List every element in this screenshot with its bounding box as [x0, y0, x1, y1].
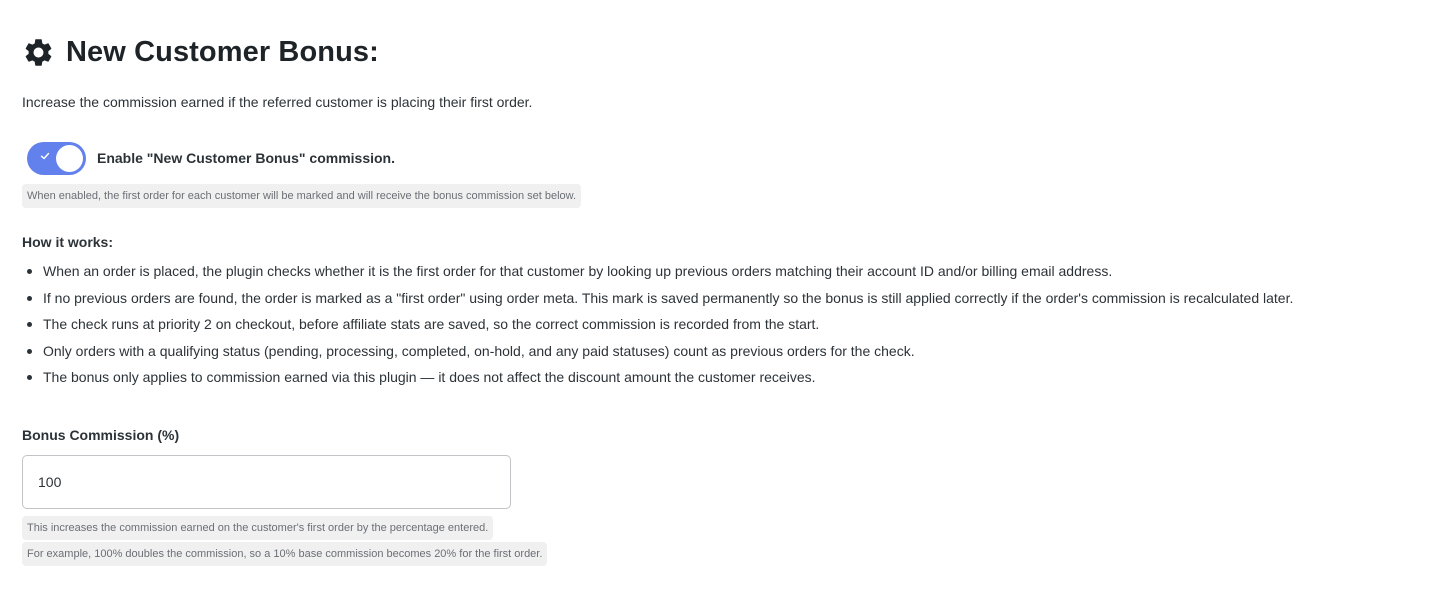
list-item-text: The check runs at priority 2 on checkout…	[43, 316, 820, 332]
bullet-icon	[27, 322, 32, 327]
enable-toggle-hint: When enabled, the first order for each c…	[22, 184, 582, 208]
list-item: The bonus only applies to commission ear…	[22, 364, 1293, 391]
list-item: If no previous orders are found, the ord…	[22, 285, 1293, 312]
bonus-commission-input[interactable]	[22, 455, 511, 509]
bonus-commission-label: Bonus Commission (%)	[22, 427, 180, 443]
bullet-icon	[27, 295, 32, 301]
list-item-text: When an order is placed, the plugin chec…	[43, 263, 1113, 279]
list-item: When an order is placed, the plugin chec…	[22, 258, 1293, 285]
list-item: Only orders with a qualifying status (pe…	[22, 338, 1293, 365]
bullet-icon	[27, 269, 32, 274]
how-it-works-list: When an order is placed, the plugin chec…	[22, 258, 1293, 391]
list-item-text: The bonus only applies to commission ear…	[43, 369, 816, 385]
bonus-commission-example-hint: For example, 100% doubles the commission…	[22, 542, 548, 566]
how-it-works-title: How it works:	[22, 234, 114, 250]
gear-icon	[25, 38, 52, 66]
bonus-commission-hint: This increases the commission earned on …	[22, 516, 494, 540]
enable-toggle-row: Enable "New Customer Bonus" commission.	[27, 141, 395, 175]
toggle-knob	[56, 144, 83, 172]
enable-toggle-label[interactable]: Enable "New Customer Bonus" commission.	[97, 150, 395, 166]
list-item-text: Only orders with a qualifying status (pe…	[43, 342, 915, 359]
bullet-icon	[27, 348, 32, 354]
list-item: The check runs at priority 2 on checkout…	[22, 311, 1293, 338]
section-header: New Customer Bonus:	[22, 33, 379, 71]
section-title: New Customer Bonus:	[66, 35, 379, 68]
list-item-text: If no previous orders are found, the ord…	[43, 289, 1294, 306]
check-icon	[40, 152, 50, 159]
bullet-icon	[27, 375, 32, 380]
enable-bonus-toggle[interactable]	[27, 141, 86, 175]
section-description: Increase the commission earned if the re…	[22, 94, 533, 110]
